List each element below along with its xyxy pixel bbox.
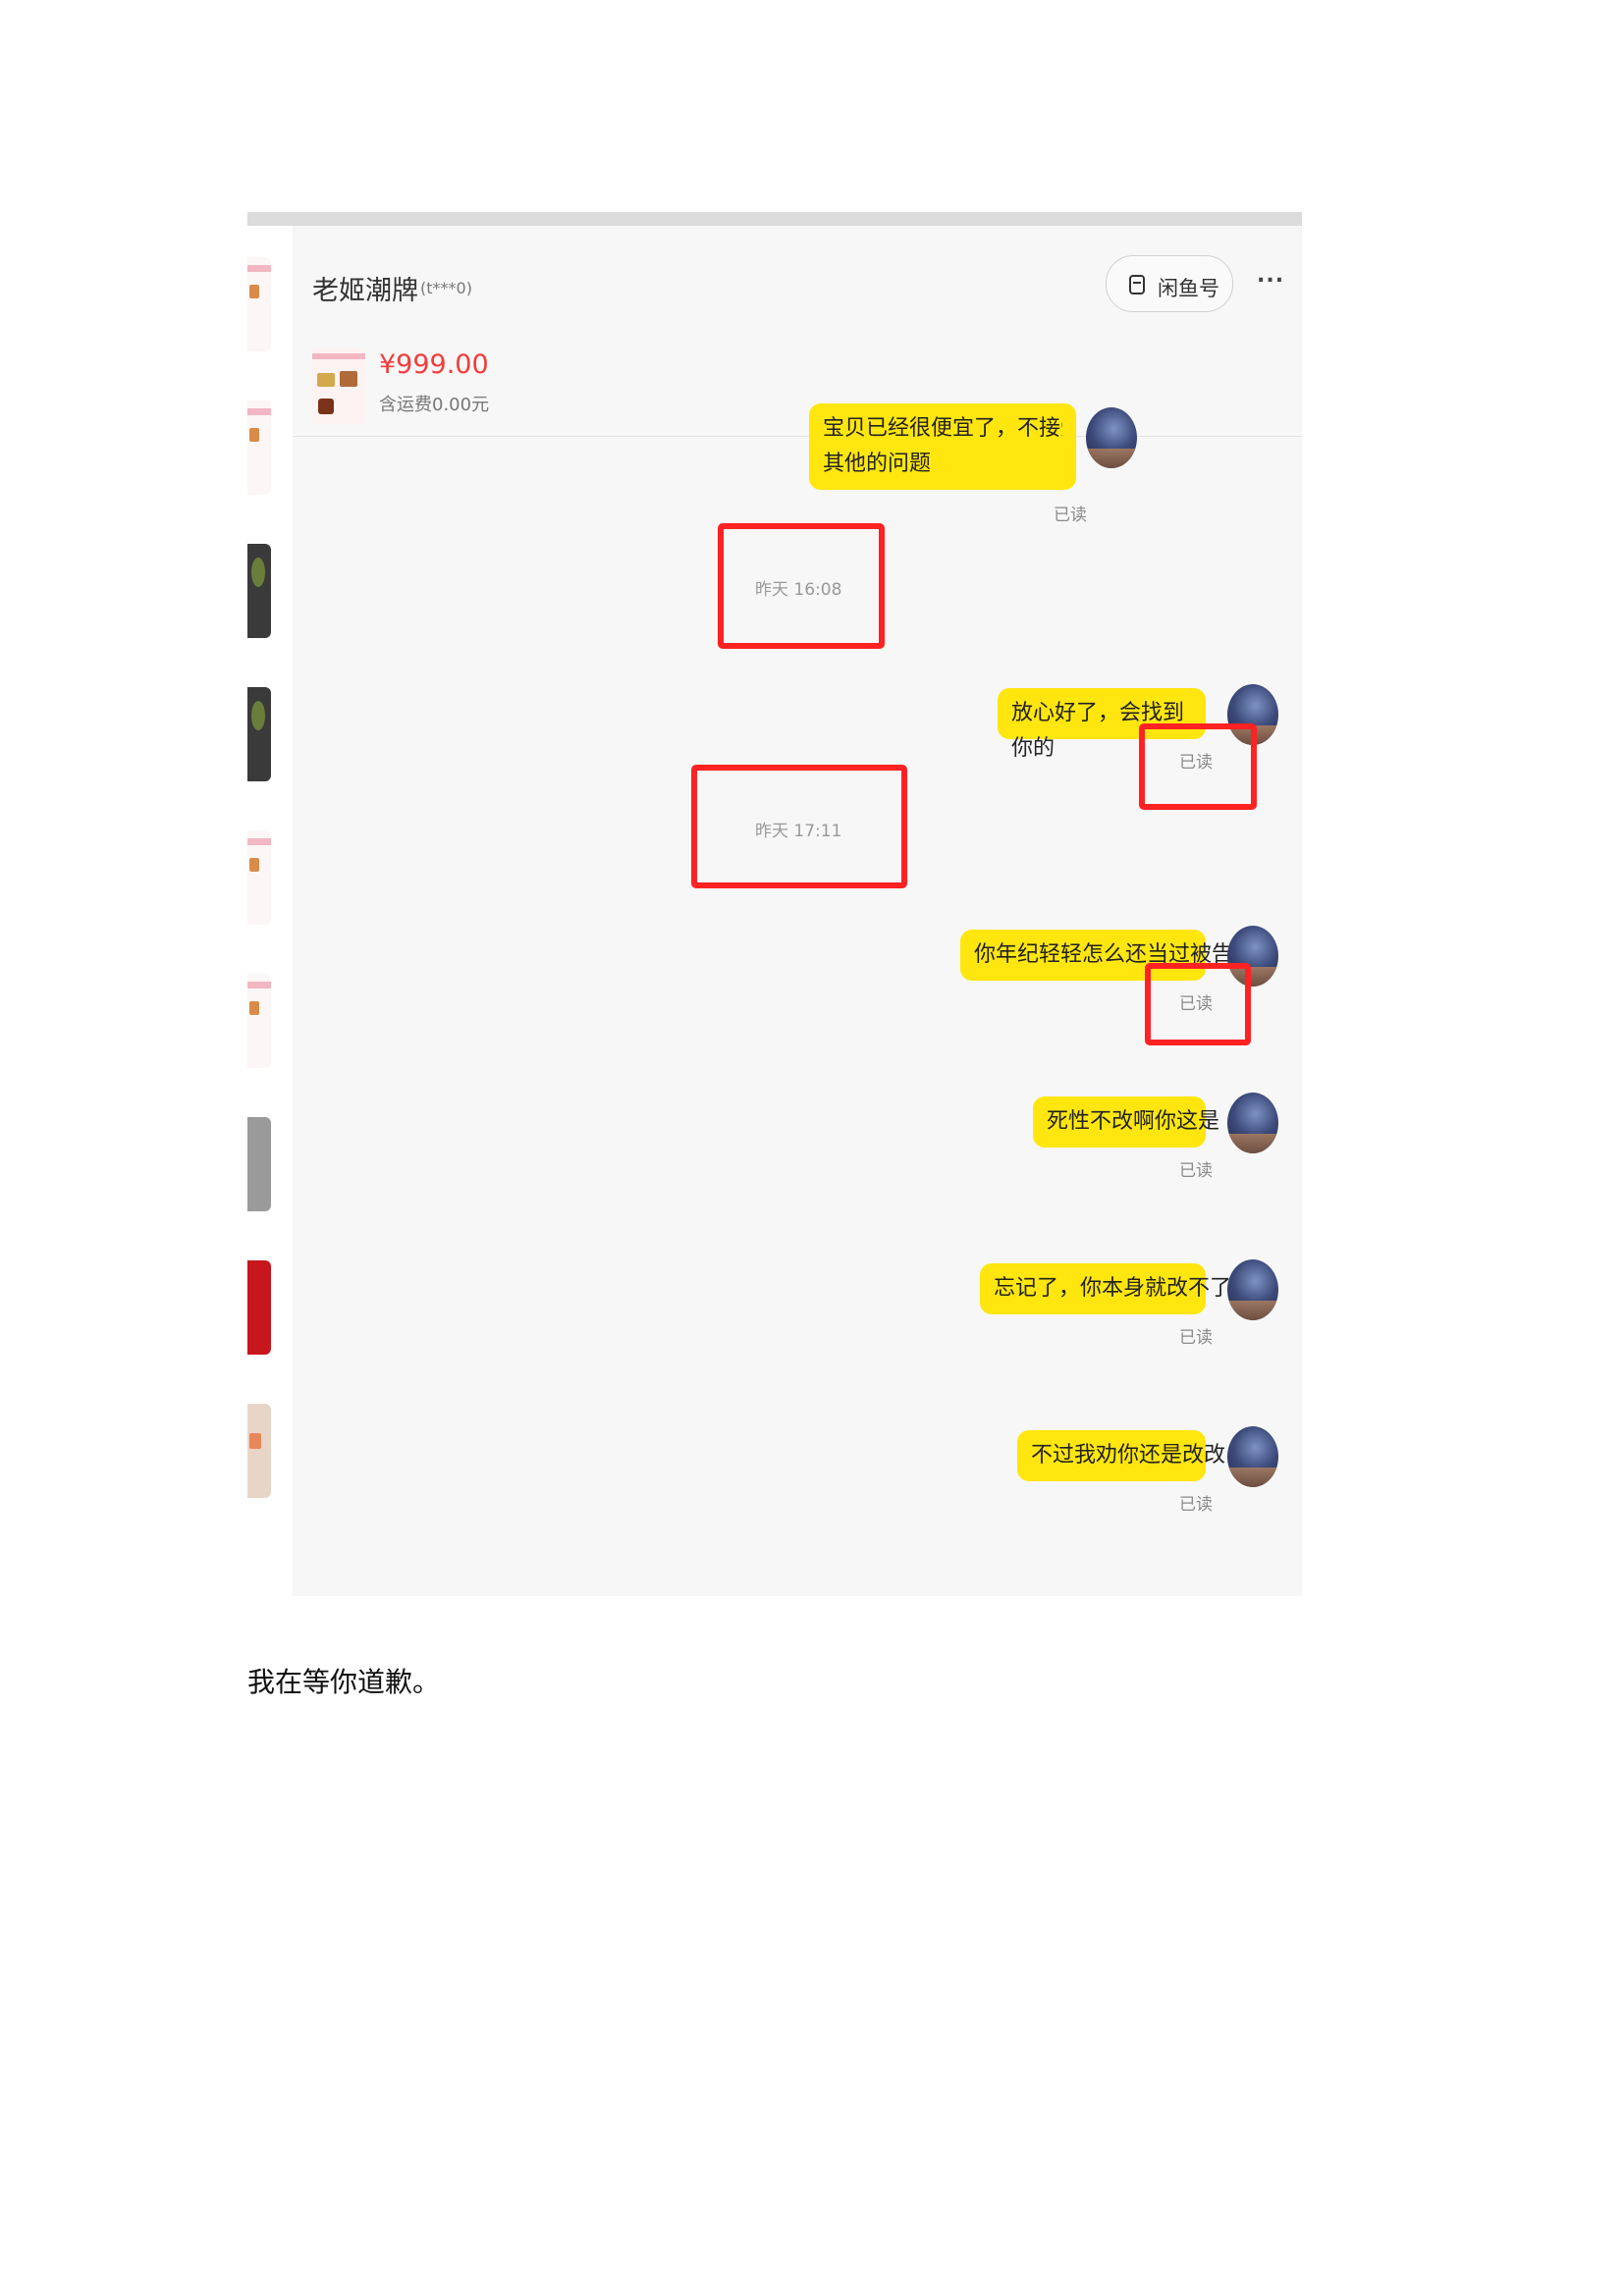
message-text: 不过我劝你还是改改 xyxy=(1031,1443,1226,1468)
conversation-thumbnail[interactable] xyxy=(247,257,271,351)
window-top-strip xyxy=(247,212,1302,226)
product-price: ¥999.00 xyxy=(379,349,489,380)
seller-id: (t***0) xyxy=(420,279,472,297)
chat-header: 老姬潮牌 (t***0) 闲鱼号 ... xyxy=(293,226,1302,338)
conversation-thumbnail[interactable] xyxy=(247,687,271,781)
message-text: 死性不改啊你这是 xyxy=(1047,1109,1220,1134)
seller-name: 老姬潮牌 xyxy=(312,276,418,306)
conversation-list xyxy=(247,226,293,1596)
conversation-thumbnail[interactable] xyxy=(247,1404,271,1498)
user-avatar xyxy=(1227,1426,1278,1487)
read-status: 已读 xyxy=(1054,506,1087,525)
message-text: 其他的问题 xyxy=(823,452,932,476)
shipping-fee: 含运费0.00元 xyxy=(379,395,490,415)
id-card-icon xyxy=(1129,275,1145,294)
product-card[interactable]: ¥999.00 含运费0.00元 xyxy=(293,338,1302,437)
read-status: 已读 xyxy=(1179,1328,1213,1348)
conversation-thumbnail[interactable] xyxy=(247,974,271,1068)
message-bubble: 忘记了，你本身就改不了 xyxy=(980,1263,1231,1314)
message-bubble: 宝贝已经很便宜了，不接受议价哦～欢迎询问 其他的问题 xyxy=(809,403,1076,490)
highlight-box xyxy=(1145,963,1251,1045)
highlight-box xyxy=(691,765,907,888)
conversation-thumbnail[interactable] xyxy=(247,1117,271,1211)
user-avatar xyxy=(1086,407,1137,468)
message-list: 宝贝已经很便宜了，不接受议价哦～欢迎询问 其他的问题 已读 昨天 16:08 放… xyxy=(293,403,1302,1596)
chat-window: 老姬潮牌 (t***0) 闲鱼号 ... ¥999.00 含运费0.00元 宝贝… xyxy=(293,226,1302,1596)
chat-screenshot: 老姬潮牌 (t***0) 闲鱼号 ... ¥999.00 含运费0.00元 宝贝… xyxy=(247,212,1302,1596)
highlight-box xyxy=(1139,723,1257,810)
message-bubble: 不过我劝你还是改改 xyxy=(1017,1430,1225,1481)
product-thumbnail xyxy=(312,347,365,424)
user-avatar xyxy=(1227,1093,1278,1153)
conversation-thumbnail[interactable] xyxy=(247,1260,271,1355)
more-options-button[interactable]: ... xyxy=(1257,263,1284,288)
message-bubble: 死性不改啊你这是 xyxy=(1033,1096,1219,1148)
document-caption: 我在等你道歉。 xyxy=(247,1666,441,1698)
xianyu-id-label: 闲鱼号 xyxy=(1158,277,1219,300)
read-status: 已读 xyxy=(1179,1495,1213,1515)
conversation-thumbnail[interactable] xyxy=(247,400,271,495)
xianyu-id-button[interactable]: 闲鱼号 xyxy=(1106,255,1233,312)
conversation-thumbnail[interactable] xyxy=(247,544,271,638)
message-text: 宝贝已经很便宜了，不接受议价哦～欢迎询问 xyxy=(823,416,1062,441)
user-avatar xyxy=(1227,1259,1278,1320)
read-status: 已读 xyxy=(1179,1161,1213,1181)
message-text: 忘记了，你本身就改不了 xyxy=(994,1276,1232,1301)
highlight-box xyxy=(718,523,885,649)
conversation-thumbnail[interactable] xyxy=(247,830,271,925)
